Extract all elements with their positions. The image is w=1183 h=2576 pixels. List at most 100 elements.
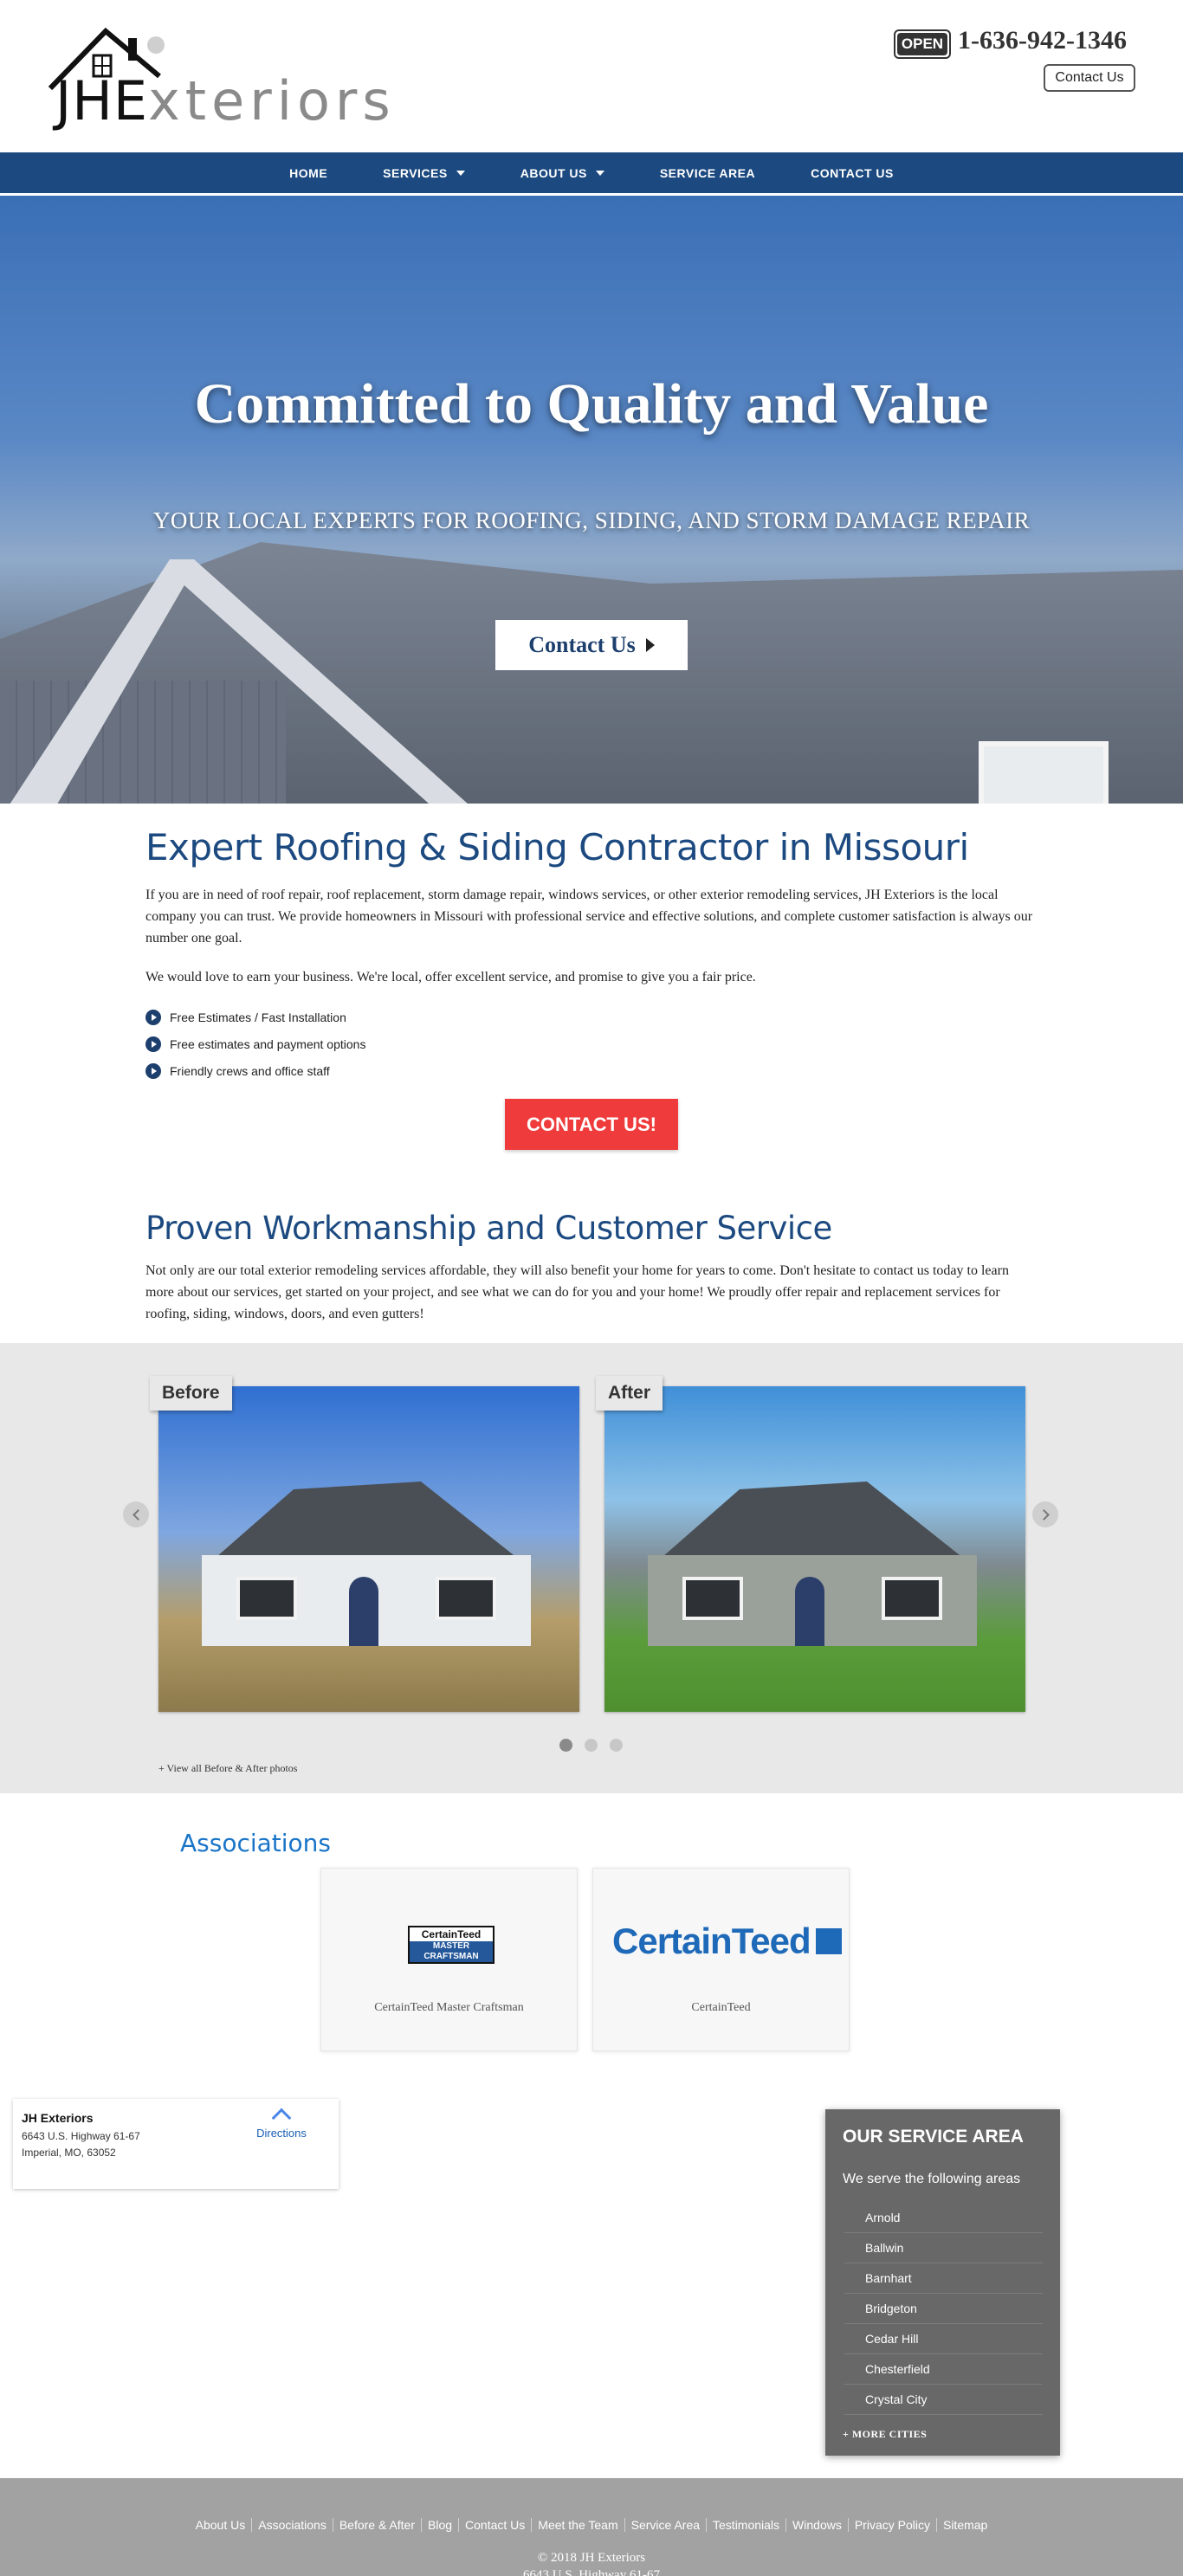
map-business-name: JH Exteriors [22, 2111, 94, 2125]
site-logo[interactable]: JHExteriors [45, 26, 391, 132]
nav-label: ABOUT US [520, 165, 587, 180]
bullet-text: Free Estimates / Fast Installation [170, 1010, 346, 1024]
footer-links: About Us Associations Before & After Blo… [0, 2518, 1183, 2532]
after-photo[interactable] [604, 1386, 1025, 1712]
nav-item-services[interactable]: SERVICES [355, 152, 493, 193]
chevron-left-icon [132, 1508, 144, 1520]
certainteed-mark-icon [815, 1928, 842, 1954]
header-contact-button[interactable]: Contact Us [1044, 64, 1135, 92]
chevron-right-icon [1038, 1508, 1050, 1520]
city-link[interactable]: Crystal City [844, 2385, 1043, 2415]
footer-link-service-area[interactable]: Service Area [624, 2518, 706, 2532]
nav-item-contact-us[interactable]: CONTACT US [783, 152, 921, 193]
list-item: Friendly crews and office staff [145, 1057, 365, 1084]
more-cities-link[interactable]: + MORE CITIES [843, 2428, 927, 2441]
nav-label: CONTACT US [811, 165, 894, 180]
city-link[interactable]: Bridgeton [844, 2294, 1043, 2324]
association-card[interactable]: CertainTeed CertainTeed [592, 1868, 850, 2051]
city-link[interactable]: Arnold [844, 2203, 1043, 2233]
site-footer: About Us Associations Before & After Blo… [0, 2478, 1183, 2576]
map-info-card: JH Exteriors 6643 U.S. Highway 61-67 Imp… [13, 2099, 339, 2189]
city-link[interactable]: Ballwin [844, 2233, 1043, 2263]
address-line: Imperial, MO, 63052 [22, 2147, 116, 2159]
bullet-text: Friendly crews and office staff [170, 1063, 330, 1078]
nav-item-service-area[interactable]: SERVICE AREA [632, 152, 783, 193]
hero-window-image [979, 741, 1109, 804]
before-label: Before [150, 1376, 232, 1411]
nav-label: SERVICES [383, 165, 448, 180]
footer-link-blog[interactable]: Blog [421, 2518, 458, 2532]
footer-link-associations[interactable]: Associations [251, 2518, 333, 2532]
footer-link-privacy-policy[interactable]: Privacy Policy [847, 2518, 936, 2532]
footer-link-before-after[interactable]: Before & After [332, 2518, 421, 2532]
logo-light-text: xteriors [148, 69, 396, 132]
slider-prev-button[interactable] [123, 1501, 149, 1527]
footer-copyright: © 2018 JH Exteriors [537, 2551, 646, 2565]
certainteed-master-craftsman-logo: CertainTeed MASTER CRAFTSMAN [408, 1926, 495, 1964]
logo-bottom-text: MASTER CRAFTSMAN [410, 1941, 493, 1962]
intro-paragraph-1: If you are in need of roof repair, roof … [145, 888, 1033, 946]
nav-label: HOME [289, 165, 328, 180]
footer-link-about-us[interactable]: About Us [190, 2518, 252, 2532]
after-label: After [596, 1376, 663, 1411]
city-link[interactable]: Chesterfield [844, 2354, 1043, 2385]
play-arrow-icon [645, 638, 655, 652]
association-caption: CertainTeed Master Craftsman [374, 2001, 524, 2014]
footer-link-contact-us[interactable]: Contact Us [458, 2518, 531, 2532]
workmanship-paragraph: Not only are our total exterior remodeli… [145, 1263, 1009, 1321]
hero-contact-button[interactable]: Contact Us [495, 620, 688, 670]
hero-banner: Committed to Quality and Value YOUR LOCA… [0, 196, 1183, 804]
logo-bold-text: JHE [55, 69, 149, 132]
circle-arrow-icon [145, 1062, 161, 1079]
footer-link-testimonials[interactable]: Testimonials [706, 2518, 785, 2532]
open-label: OPEN [897, 33, 947, 55]
main-nav: HOME SERVICES ABOUT US SERVICE AREA CONT… [0, 152, 1183, 196]
intro-paragraph-2: We would love to earn your business. We'… [145, 970, 756, 985]
nav-item-home[interactable]: HOME [262, 152, 355, 193]
slider-dot[interactable] [559, 1739, 572, 1752]
associations-heading: Associations [180, 1829, 332, 1857]
address-line: 6643 U.S. Highway 61-67 [22, 2130, 140, 2142]
header-phone[interactable]: 1-636-942-1346 [958, 26, 1127, 55]
circle-arrow-icon [145, 1036, 161, 1052]
service-city-list: Arnold Ballwin Barnhart Bridgeton Cedar … [844, 2203, 1043, 2415]
map-address: 6643 U.S. Highway 61-67 Imperial, MO, 63… [22, 2128, 140, 2161]
intro-heading: Expert Roofing & Siding Contractor in Mi… [145, 826, 969, 868]
hero-button-label: Contact Us [528, 632, 636, 657]
footer-link-sitemap[interactable]: Sitemap [935, 2518, 993, 2532]
nav-item-about-us[interactable]: ABOUT US [493, 152, 632, 193]
slider-dot[interactable] [585, 1739, 598, 1752]
logo-text: CertainTeed [612, 1921, 811, 1961]
view-all-photos-link[interactable]: + View all Before & After photos [158, 1762, 297, 1775]
before-after-slider: Before After + View all Before & After p… [0, 1343, 1183, 1793]
directions-link[interactable]: Directions [247, 2108, 316, 2140]
house-image [630, 1482, 994, 1646]
house-image [184, 1482, 548, 1646]
footer-link-meet-the-team[interactable]: Meet the Team [531, 2518, 624, 2532]
service-area-subtitle: We serve the following areas [843, 2172, 1021, 2186]
footer-link-windows[interactable]: Windows [785, 2518, 848, 2532]
certainteed-logo: CertainTeed [612, 1921, 842, 1962]
footer-address: 6643 U.S. Highway 61-67 [523, 2568, 660, 2576]
feature-list: Free Estimates / Fast Installation Free … [145, 1004, 365, 1084]
city-link[interactable]: Cedar Hill [844, 2324, 1043, 2354]
list-item: Free estimates and payment options [145, 1030, 365, 1057]
bullet-text: Free estimates and payment options [170, 1036, 366, 1051]
slider-next-button[interactable] [1032, 1501, 1058, 1527]
circle-arrow-icon [145, 1009, 161, 1025]
before-photo[interactable] [158, 1386, 579, 1712]
association-card[interactable]: CertainTeed MASTER CRAFTSMAN CertainTeed… [320, 1868, 578, 2051]
slider-dot[interactable] [610, 1739, 623, 1752]
hero-subtitle: YOUR LOCAL EXPERTS FOR ROOFING, SIDING, … [152, 507, 1031, 533]
city-link[interactable]: Barnhart [844, 2263, 1043, 2294]
open-status-badge: OPEN [894, 29, 951, 59]
site-header: JHExteriors OPEN 1-636-942-1346 Contact … [0, 0, 1183, 152]
workmanship-heading: Proven Workmanship and Customer Service [145, 1210, 832, 1247]
caret-down-icon [456, 170, 465, 176]
nav-label: SERVICE AREA [659, 165, 756, 180]
directions-label: Directions [256, 2127, 307, 2140]
slider-dots [559, 1739, 623, 1752]
directions-icon [271, 2108, 292, 2128]
service-area-title: OUR SERVICE AREA [843, 2127, 1024, 2147]
contact-us-cta-button[interactable]: CONTACT US! [505, 1099, 678, 1150]
